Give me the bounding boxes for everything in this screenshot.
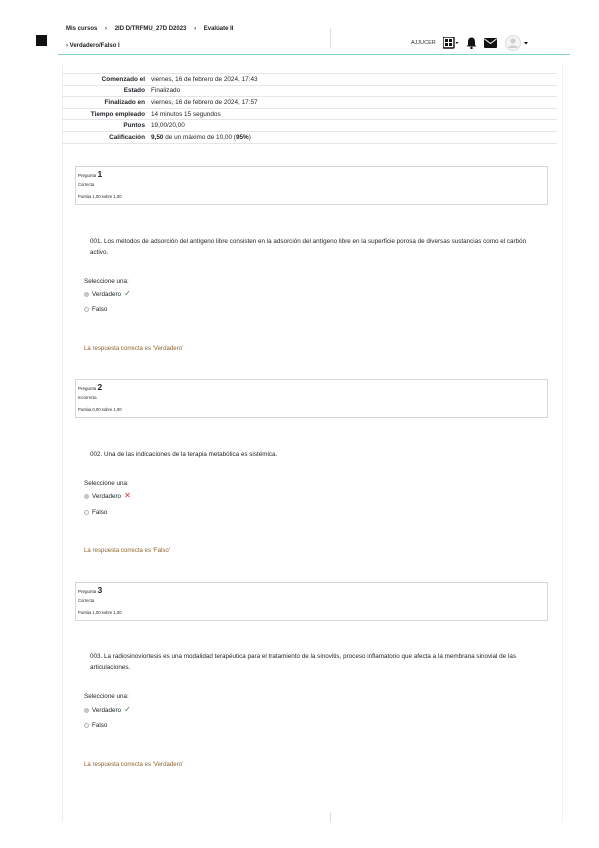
summary-table: Comenzado el viernes, 16 de febrero de 20… (62, 73, 557, 144)
bell-icon[interactable] (466, 37, 477, 49)
question-number: Pregunta 2 (78, 382, 103, 392)
user-name[interactable]: AJJUCER (411, 40, 436, 46)
option-false[interactable]: Falso (84, 722, 107, 729)
grade-percent: 95% (235, 133, 249, 141)
answer-prompt: Seleccione una: (84, 480, 129, 487)
question-info-2: Pregunta 2 Incorrecta Puntúa 0,00 sobre … (75, 379, 548, 418)
header-divider (330, 812, 331, 822)
breadcrumb-item-course[interactable]: 2ID D/TRFMU_27D D2023 (115, 26, 187, 32)
radio-true[interactable] (84, 291, 89, 297)
header-tools: AJJUCER (411, 35, 530, 51)
grade-value: 9,50 de un máximo de 10,00 (95%) (148, 130, 557, 144)
radio-false[interactable] (84, 510, 89, 515)
summary-label: Comenzado el (62, 73, 148, 86)
question-text: 003. La radiosinoviortesis es una modali… (90, 653, 516, 671)
content-frame-left (62, 64, 63, 822)
summary-label: Finalizado en (62, 96, 148, 109)
table-row: Comenzado el viernes, 16 de febrero de 20… (62, 73, 557, 86)
question-state: Incorrecta (78, 395, 97, 400)
breadcrumb-item-courses[interactable]: Mis cursos (66, 26, 97, 32)
breadcrumb-current[interactable]: › Verdadero/Falso I (66, 43, 120, 49)
table-row: Tiempo empleado 14 minutos 15 segundos (62, 107, 557, 120)
right-answer-feedback: La respuesta correcta es 'Verdadero' (84, 761, 184, 768)
question-info-3: Pregunta 3 Correcta Puntúa 1,00 sobre 1,… (75, 582, 548, 621)
question-state: Correcta (78, 598, 95, 603)
grid-menu-icon[interactable] (442, 37, 459, 49)
answer-prompt: Seleccione una: (84, 278, 129, 285)
question-info-1: Pregunta 1 Correcta Puntúa 1,00 sobre 1,… (75, 166, 548, 205)
breadcrumb-separator: › (66, 43, 68, 49)
summary-label: Puntos (62, 119, 148, 132)
top-navbar: Mis cursos › 2ID D/TRFMU_27D D2023 › Eva… (0, 0, 599, 56)
attempt-summary: Comenzado el viernes, 16 de febrero de 20… (62, 73, 557, 144)
option-label: Falso (92, 509, 108, 516)
correct-check-icon: ✓ (124, 705, 131, 714)
summary-label: Tiempo empleado (62, 107, 148, 120)
option-true[interactable]: Verdadero ✕ (84, 492, 131, 500)
header-accent-line (58, 54, 570, 55)
question-grade: Puntúa 0,00 sobre 1,00 (78, 407, 122, 412)
answer-prompt: Seleccione una: (84, 693, 129, 700)
question-grade: Puntúa 1,00 sobre 1,00 (78, 194, 122, 199)
option-true[interactable]: Verdadero ✓ (84, 290, 131, 298)
radio-true[interactable] (84, 493, 89, 499)
breadcrumb: Mis cursos › 2ID D/TRFMU_27D D2023 › Eva… (66, 26, 239, 32)
summary-value: Finalizado (148, 84, 557, 97)
question-number: Pregunta 1 (78, 169, 103, 179)
question-number: Pregunta 3 (78, 585, 103, 595)
right-answer-feedback: La respuesta correcta es 'Falso' (84, 547, 170, 554)
option-label: Falso (92, 306, 108, 313)
table-row: Puntos 19,00/20,00 (62, 119, 557, 132)
table-row: Finalizado en viernes, 16 de febrero de 2… (62, 96, 557, 109)
option-label: Verdadero (92, 706, 122, 714)
envelope-icon[interactable] (483, 38, 497, 48)
table-row: Estado Finalizado (62, 84, 557, 97)
option-label: Verdadero (92, 492, 122, 500)
option-true[interactable]: Verdadero ✓ (84, 706, 131, 714)
summary-label: Estado (62, 84, 148, 97)
grade-score: 9,50 (151, 133, 164, 141)
right-answer-feedback: La respuesta correcta es 'Verdadero' (84, 345, 184, 352)
grade-middle: de un máximo de 10,00 (165, 133, 233, 141)
grade-label: Calificación (62, 130, 148, 144)
radio-false[interactable] (84, 723, 89, 728)
drawer-toggle-icon[interactable] (36, 35, 47, 46)
incorrect-cross-icon: ✕ (124, 491, 131, 500)
summary-value: 14 minutos 15 segundos (148, 107, 557, 120)
content-frame-right (562, 64, 563, 822)
header-divider (330, 28, 331, 48)
breadcrumb-separator: › (105, 26, 108, 32)
table-row: Calificación 9,50 de un máximo de 10,00 … (62, 130, 557, 144)
option-false[interactable]: Falso (84, 306, 107, 313)
breadcrumb-item-quiz[interactable]: Evalúate II (204, 26, 234, 32)
avatar-icon[interactable] (504, 35, 530, 51)
radio-false[interactable] (84, 307, 89, 312)
question-text: 002. Una de las indicaciones de la terap… (90, 451, 278, 458)
radio-true[interactable] (84, 707, 89, 713)
option-label: Falso (92, 722, 108, 729)
option-false[interactable]: Falso (84, 509, 107, 516)
question-text: 001. Los métodos de adsorción del antíge… (90, 238, 527, 256)
page-title: Verdadero/Falso I (69, 43, 120, 49)
correct-check-icon: ✓ (124, 289, 131, 298)
summary-value: 19,00/20,00 (148, 119, 557, 132)
summary-value: viernes, 16 de febrero de 2024, 17:57 (148, 96, 557, 109)
breadcrumb-separator: › (194, 26, 197, 32)
question-state: Correcta (78, 182, 95, 187)
question-grade: Puntúa 1,00 sobre 1,00 (78, 610, 122, 615)
summary-value: viernes, 16 de febrero de 2024, 17:43 (148, 73, 557, 86)
option-label: Verdadero (92, 290, 122, 298)
